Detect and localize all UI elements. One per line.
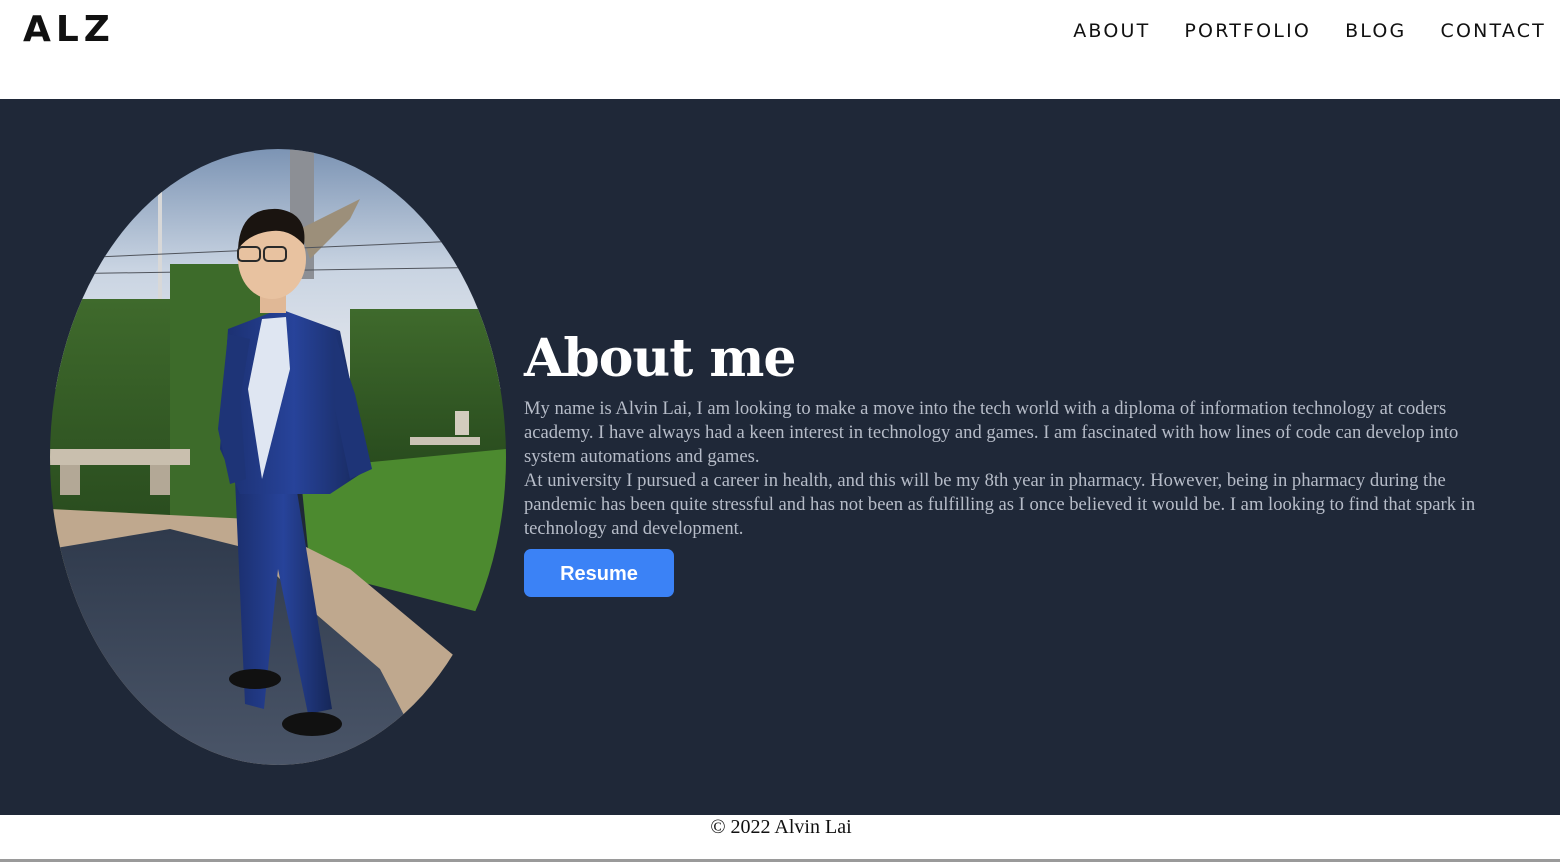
about-paragraph-2: At university I pursued a career in heal… (524, 470, 1476, 539)
resume-button[interactable]: Resume (524, 549, 674, 597)
about-content: About me My name is Alvin Lai, I am look… (524, 327, 1504, 597)
profile-photo (50, 149, 506, 765)
nav-about[interactable]: ABOUT (1073, 18, 1150, 44)
site-header: ALZ ABOUT PORTFOLIO BLOG CONTACT (0, 0, 1560, 99)
about-paragraph-1: My name is Alvin Lai, I am looking to ma… (524, 398, 1459, 467)
nav-blog[interactable]: BLOG (1345, 18, 1406, 44)
site-logo[interactable]: ALZ (23, 8, 115, 52)
site-footer: © 2022 Alvin Lai (0, 815, 1560, 859)
about-title: About me (524, 328, 796, 389)
page: ALZ ABOUT PORTFOLIO BLOG CONTACT About m… (0, 0, 1560, 862)
main-nav: ABOUT PORTFOLIO BLOG CONTACT (1073, 18, 1546, 44)
about-section: About me My name is Alvin Lai, I am look… (0, 99, 1560, 815)
about-description: My name is Alvin Lai, I am looking to ma… (524, 397, 1504, 541)
copyright-text: © 2022 Alvin Lai (710, 816, 852, 838)
nav-portfolio[interactable]: PORTFOLIO (1184, 18, 1311, 44)
nav-contact[interactable]: CONTACT (1440, 18, 1546, 44)
